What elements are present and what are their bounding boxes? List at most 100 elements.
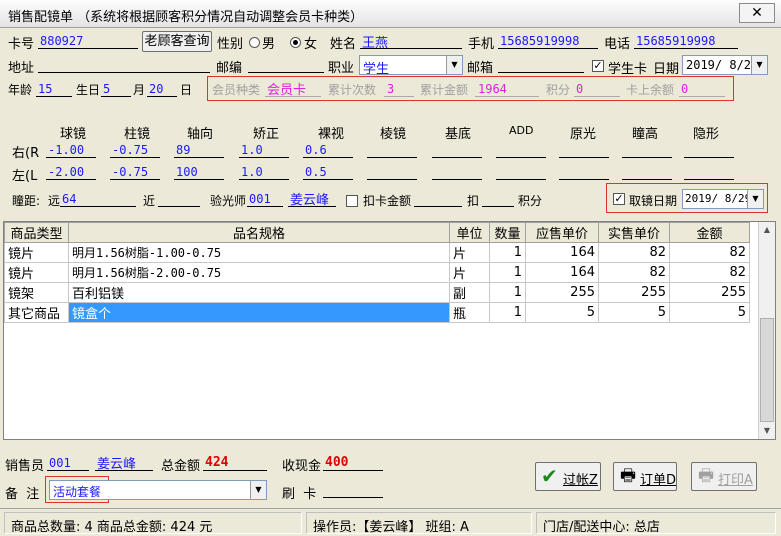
right-base-line[interactable] (432, 157, 482, 158)
table-row[interactable]: 其它商品 镜盒个 瓶 1 5 5 5 (4, 302, 750, 323)
cell-list-price[interactable]: 164 (525, 262, 599, 283)
date-picker[interactable]: 2019/ 8/21 ▼ (682, 55, 768, 75)
cell-type[interactable]: 镜片 (4, 242, 69, 263)
job-select[interactable]: 学生 ▼ (359, 55, 463, 77)
left-sphere-value[interactable]: -2.00 (48, 165, 84, 179)
phone-value[interactable]: 15685919998 (636, 34, 715, 48)
postcode-field[interactable] (248, 72, 324, 73)
col-header-name[interactable]: 品名规格 (68, 222, 450, 243)
cell-sale-price[interactable]: 255 (598, 282, 670, 303)
table-row[interactable]: 镜片 明月1.56树脂-1.00-0.75 片 1 164 82 82 (4, 242, 750, 263)
col-header-unit[interactable]: 单位 (449, 222, 490, 243)
left-naked-vision-value[interactable]: 0.5 (305, 165, 327, 179)
remark-dropdown-icon[interactable]: ▼ (250, 481, 266, 499)
mobile-value[interactable]: 15685919998 (500, 34, 579, 48)
pd-far-value[interactable]: 64 (62, 192, 76, 206)
scroll-up-icon[interactable]: ▲ (759, 222, 775, 238)
col-header-amount[interactable]: 金额 (669, 222, 750, 243)
cell-sale-price[interactable]: 5 (598, 302, 670, 323)
email-field[interactable] (498, 72, 584, 73)
col-header-sale-price[interactable]: 实售单价 (598, 222, 670, 243)
left-contact-line[interactable] (684, 179, 734, 180)
age-value[interactable]: 15 (38, 82, 52, 96)
birth-day-value[interactable]: 20 (149, 82, 163, 96)
cell-name[interactable]: 明月1.56树脂-1.00-0.75 (68, 242, 450, 263)
cell-type[interactable]: 镜架 (4, 282, 69, 303)
left-add-line[interactable] (496, 179, 546, 180)
cell-unit[interactable]: 副 (449, 282, 490, 303)
cell-list-price[interactable]: 164 (525, 242, 599, 263)
cell-unit[interactable]: 片 (449, 242, 490, 263)
right-axis-value[interactable]: 89 (176, 143, 190, 157)
left-pupil-height-line[interactable] (622, 179, 672, 180)
cell-amount[interactable]: 255 (669, 282, 750, 303)
cell-amount[interactable]: 82 (669, 262, 750, 283)
cell-name-selected[interactable]: 镜盒个 (68, 302, 450, 323)
product-grid[interactable]: 商品类型 品名规格 单位 数量 应售单价 实售单价 金额 镜片 明月1.56树脂… (3, 221, 776, 440)
optometrist-id[interactable]: 001 (249, 192, 271, 206)
cell-qty[interactable]: 1 (489, 242, 526, 263)
deduct-points-field[interactable] (482, 206, 514, 207)
pickup-date-dropdown-icon[interactable]: ▼ (747, 190, 763, 208)
right-prism-line[interactable] (367, 157, 417, 158)
cell-name[interactable]: 明月1.56树脂-2.00-0.75 (68, 262, 450, 283)
order-button[interactable]: 🖶 订单D (613, 462, 677, 491)
deduct-amount-field[interactable] (414, 206, 462, 207)
student-card-checkbox[interactable]: ✓ (592, 60, 604, 72)
cell-name[interactable]: 百利铝镁 (68, 282, 450, 303)
gender-female-radio[interactable] (290, 37, 301, 48)
left-prism-line[interactable] (367, 179, 417, 180)
cell-unit[interactable]: 片 (449, 262, 490, 283)
grid-vertical-scrollbar[interactable]: ▲ ▼ (758, 222, 775, 439)
close-button[interactable]: ✕ (739, 3, 775, 23)
card-swipe-field[interactable] (323, 497, 383, 498)
pd-near-field[interactable] (158, 206, 200, 207)
checkout-button[interactable]: ✔ 过帐Z (535, 462, 601, 491)
left-axis-value[interactable]: 100 (176, 165, 198, 179)
col-header-type[interactable]: 商品类型 (4, 222, 69, 243)
left-original-line[interactable] (559, 179, 609, 180)
left-base-line[interactable] (432, 179, 482, 180)
seller-id[interactable]: 001 (49, 456, 71, 470)
cell-type[interactable]: 镜片 (4, 262, 69, 283)
table-row[interactable]: 镜片 明月1.56树脂-2.00-0.75 片 1 164 82 82 (4, 262, 750, 283)
pickup-date-checkbox[interactable]: ✓ (613, 193, 625, 205)
cell-qty[interactable]: 1 (489, 302, 526, 323)
cash-value[interactable]: 400 (325, 455, 348, 470)
address-field[interactable] (38, 72, 210, 73)
right-add-line[interactable] (496, 157, 546, 158)
right-correction-value[interactable]: 1.0 (241, 143, 263, 157)
cell-qty[interactable]: 1 (489, 262, 526, 283)
right-naked-vision-value[interactable]: 0.6 (305, 143, 327, 157)
cell-amount[interactable]: 82 (669, 242, 750, 263)
cell-qty[interactable]: 1 (489, 282, 526, 303)
right-cylinder-value[interactable]: -0.75 (112, 143, 148, 157)
gender-male-radio[interactable] (249, 37, 260, 48)
cell-sale-price[interactable]: 82 (598, 262, 670, 283)
right-contact-line[interactable] (684, 157, 734, 158)
deduct-card-checkbox[interactable] (346, 195, 358, 207)
right-sphere-value[interactable]: -1.00 (48, 143, 84, 157)
card-no-value[interactable]: 880927 (40, 34, 83, 48)
cell-type[interactable]: 其它商品 (4, 302, 69, 323)
left-correction-value[interactable]: 1.0 (241, 165, 263, 179)
right-original-line[interactable] (559, 157, 609, 158)
remark-select[interactable]: 活动套餐 ▼ (49, 480, 267, 500)
pickup-date-picker[interactable]: 2019/ 8/29 ▼ (682, 189, 764, 209)
left-cylinder-value[interactable]: -0.75 (112, 165, 148, 179)
date-dropdown-icon[interactable]: ▼ (751, 56, 767, 74)
cell-amount[interactable]: 5 (669, 302, 750, 323)
cell-sale-price[interactable]: 82 (598, 242, 670, 263)
right-pupil-height-line[interactable] (622, 157, 672, 158)
job-dropdown-icon[interactable]: ▼ (446, 56, 462, 74)
col-header-list-price[interactable]: 应售单价 (525, 222, 599, 243)
print-button[interactable]: 🖶 打印A (691, 462, 757, 491)
scroll-down-icon[interactable]: ▼ (759, 423, 775, 439)
cell-list-price[interactable]: 255 (525, 282, 599, 303)
cell-unit[interactable]: 瓶 (449, 302, 490, 323)
cell-list-price[interactable]: 5 (525, 302, 599, 323)
table-row[interactable]: 镜架 百利铝镁 副 1 255 255 255 (4, 282, 750, 303)
old-customer-query-button[interactable]: 老顾客查询 (142, 31, 212, 52)
birth-month-value[interactable]: 5 (103, 82, 110, 96)
col-header-qty[interactable]: 数量 (489, 222, 526, 243)
